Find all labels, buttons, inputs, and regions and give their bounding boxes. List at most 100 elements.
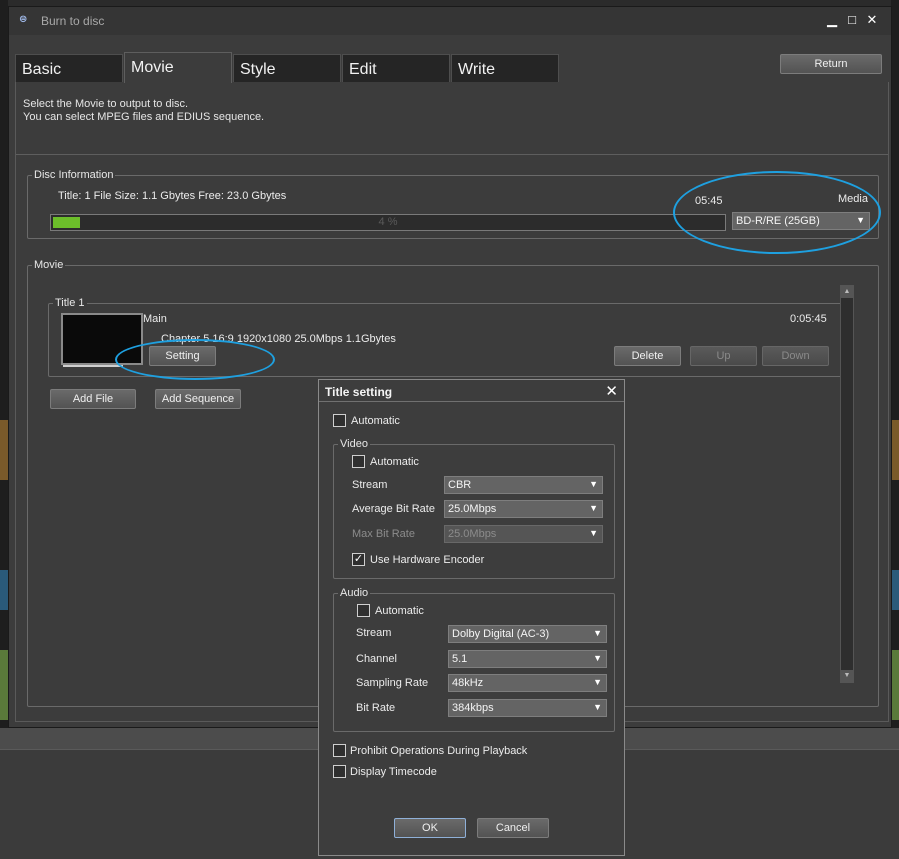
disc-usage-progress: 4 % [50,214,726,231]
audio-bit-rate-select[interactable]: 384kbps ▼ [448,699,607,717]
title-list-scrollbar[interactable]: ▲ ▼ [840,285,854,683]
clip-info: Chapter 5 16:9 1920x1080 25.0Mbps 1.1Gby… [161,333,396,345]
disc-summary: Title: 1 File Size: 1.1 Gbytes Free: 23.… [58,190,287,202]
audio-bit-rate-label: Bit Rate [356,702,396,714]
title-1-group[interactable]: Title 1 Main Chapter 5 16:9 1920x1080 25… [48,297,842,377]
delete-button[interactable]: Delete [614,346,681,366]
cancel-button[interactable]: Cancel [477,818,549,838]
timeline-clip [0,570,8,610]
chevron-down-icon: ▼ [589,528,598,538]
channel-select[interactable]: 5.1 ▼ [448,650,607,668]
tab-bar: Basic Movie Style Edit Write [15,52,560,83]
background-app-right [891,0,899,735]
maximize-icon[interactable]: □ [845,13,859,27]
prohibit-operations-checkbox[interactable] [333,744,346,757]
ok-button[interactable]: OK [394,818,466,838]
video-group: Video Automatic Stream CBR ▼ Average Bit… [333,438,615,579]
tab-write[interactable]: Write [451,54,559,82]
max-bit-rate-value: 25.0Mbps [448,528,497,540]
disc-information-group: Disc Information Title: 1 File Size: 1.1… [27,169,879,239]
clip-thumbnail [61,313,143,367]
sampling-rate-select[interactable]: 48kHz ▼ [448,674,607,692]
video-stream-value: CBR [448,479,472,491]
average-bit-rate-select[interactable]: 25.0Mbps ▼ [444,500,603,518]
return-button[interactable]: Return [780,54,882,74]
window-titlebar[interactable]: ⊜ Burn to disc ▁ □ ✕ [9,7,891,35]
audio-stream-select[interactable]: Dolby Digital (AC-3) ▼ [448,625,607,643]
chevron-down-icon: ▼ [593,653,602,663]
description-line-2: You can select MPEG files and EDIUS sequ… [23,111,265,123]
tab-style[interactable]: Style [233,54,341,82]
chevron-down-icon: ▼ [593,702,602,712]
close-icon[interactable]: ✕ [605,382,618,400]
audio-automatic-label: Automatic [375,605,424,617]
sampling-rate-value: 48kHz [452,677,484,689]
window-title: Burn to disc [41,14,105,28]
clip-duration: 0:05:45 [790,313,827,325]
tab-edit[interactable]: Edit [342,54,450,82]
automatic-checkbox[interactable] [333,414,346,427]
setting-button[interactable]: Setting [149,346,216,366]
up-button[interactable]: Up [690,346,757,366]
scroll-up-icon[interactable]: ▲ [841,286,853,298]
scroll-down-icon[interactable]: ▼ [841,670,853,682]
audio-stream-value: Dolby Digital (AC-3) [452,628,550,640]
disc-information-legend: Disc Information [34,169,114,181]
add-sequence-button[interactable]: Add Sequence [155,389,241,409]
audio-stream-label: Stream [356,627,392,639]
dialog-titlebar[interactable]: Title setting ✕ [319,380,624,402]
channel-label: Channel [356,653,397,665]
timeline-clip [0,650,8,720]
channel-value: 5.1 [452,653,468,665]
chevron-down-icon: ▼ [593,628,602,638]
average-bit-rate-label: Average Bit Rate [352,503,435,515]
dialog-title: Title setting [325,385,393,399]
timeline-clip [891,420,899,480]
audio-automatic-checkbox[interactable] [357,604,370,617]
minimize-icon[interactable]: ▁ [825,13,839,27]
title-1-legend: Title 1 [55,297,85,309]
disc-burn-icon: ⊜ [19,14,28,25]
timeline-clip [0,420,8,480]
background-app-left [0,0,8,735]
max-bit-rate-label: Max Bit Rate [352,528,415,540]
audio-group: Audio Automatic Stream Dolby Digital (AC… [333,587,615,732]
clip-name: Main [143,313,167,325]
timeline-clip [891,570,899,610]
prohibit-operations-label: Prohibit Operations During Playback [350,745,528,757]
chevron-down-icon: ▼ [856,215,865,225]
video-automatic-label: Automatic [370,456,419,468]
automatic-label: Automatic [351,415,400,427]
title-setting-dialog: Title setting ✕ Automatic Video Automati… [318,379,625,856]
chevron-down-icon: ▼ [593,677,602,687]
video-legend: Video [340,438,368,450]
max-bit-rate-select[interactable]: 25.0Mbps ▼ [444,525,603,543]
progress-percent: 4 % [378,216,398,228]
sampling-rate-label: Sampling Rate [356,677,429,689]
hardware-encoder-checkbox[interactable]: ✓ [352,553,365,566]
video-stream-label: Stream [352,479,388,491]
audio-legend: Audio [340,587,369,599]
tab-basic[interactable]: Basic [15,54,123,82]
video-stream-select[interactable]: CBR ▼ [444,476,603,494]
display-timecode-label: Display Timecode [350,766,437,778]
down-button[interactable]: Down [762,346,829,366]
divider [16,154,888,155]
video-automatic-checkbox[interactable] [352,455,365,468]
tab-movie[interactable]: Movie [124,52,232,83]
add-file-button[interactable]: Add File [50,389,136,409]
chevron-down-icon: ▼ [589,503,598,513]
media-label: Media [838,193,868,205]
media-select[interactable]: BD-R/RE (25GB) ▼ [732,212,870,230]
audio-bit-rate-value: 384kbps [452,702,494,714]
close-icon[interactable]: ✕ [865,13,879,27]
display-timecode-checkbox[interactable] [333,765,346,778]
movie-legend: Movie [34,259,64,271]
disc-time: 05:45 [695,195,723,207]
chevron-down-icon: ▼ [589,479,598,489]
description-line-1: Select the Movie to output to disc. [23,98,189,110]
hardware-encoder-label: Use Hardware Encoder [370,554,485,566]
timeline-clip [891,650,899,720]
average-bit-rate-value: 25.0Mbps [448,503,497,515]
media-value: BD-R/RE (25GB) [736,215,820,227]
